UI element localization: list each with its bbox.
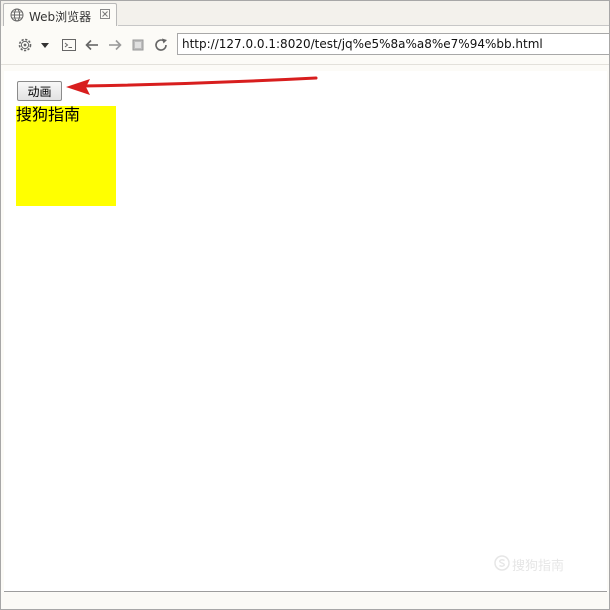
forward-icon[interactable]: [107, 37, 123, 53]
stop-icon[interactable]: [130, 37, 146, 53]
yellow-box: 搜狗指南: [16, 106, 116, 206]
yellow-box-text: 搜狗指南: [16, 105, 81, 124]
dropdown-arrow-icon[interactable]: [38, 37, 54, 53]
terminal-icon[interactable]: [61, 37, 77, 53]
watermark-logo-icon: [494, 555, 510, 571]
url-text: http://127.0.0.1:8020/test/jq%e5%8a%a8%e…: [182, 37, 543, 51]
close-icon[interactable]: [99, 8, 111, 20]
tab-web-browser[interactable]: Web浏览器: [3, 3, 117, 26]
back-icon[interactable]: [84, 37, 100, 53]
tab-bar: Web浏览器: [1, 1, 609, 26]
browser-window: Web浏览器 http://127.0.0.1:8020/test/jq%e5%…: [0, 0, 610, 610]
browser-toolbar: http://127.0.0.1:8020/test/jq%e5%8a%a8%e…: [1, 26, 609, 64]
gear-icon[interactable]: [17, 37, 33, 53]
animate-button[interactable]: 动画: [17, 81, 62, 101]
toolbar-divider: [1, 64, 609, 65]
page-content: 动画 搜狗指南: [4, 71, 607, 592]
globe-icon: [10, 8, 24, 22]
watermark-text: 搜狗指南: [512, 559, 565, 574]
refresh-icon[interactable]: [153, 37, 169, 53]
status-bar: [1, 593, 609, 609]
url-input[interactable]: http://127.0.0.1:8020/test/jq%e5%8a%a8%e…: [177, 33, 609, 55]
tab-title: Web浏览器: [29, 10, 92, 24]
